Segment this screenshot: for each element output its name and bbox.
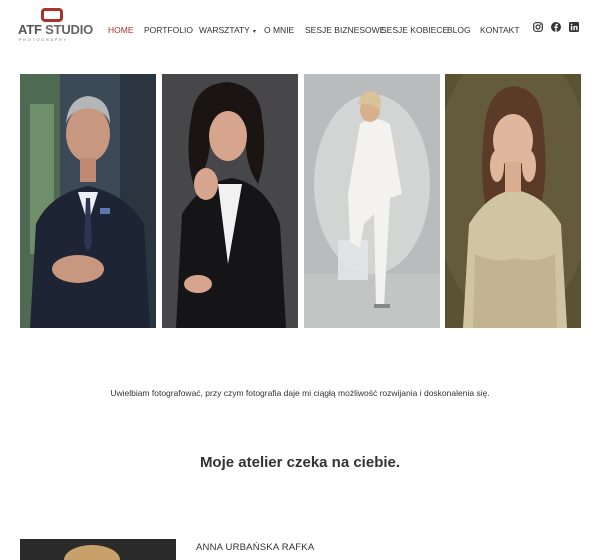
logo-text: ATF STUDIO	[18, 22, 93, 37]
logo-text-atf: ATF	[18, 22, 42, 37]
profile-photo	[20, 539, 176, 560]
linkedin-icon[interactable]	[569, 22, 579, 32]
facebook-icon[interactable]	[551, 22, 561, 32]
nav-item-home[interactable]: HOME	[108, 25, 134, 35]
portrait-woman-black-suit[interactable]	[162, 74, 298, 328]
nav-item-sesje-kobiece[interactable]: SESJE KOBIECE	[381, 25, 448, 35]
instagram-icon[interactable]	[533, 22, 543, 32]
chevron-down-icon: ▾	[252, 29, 256, 35]
nav-item-blog[interactable]: BLOG	[447, 25, 471, 35]
site-header: ATF STUDIO PHOTOGRAPHY HOME PORTFOLIO WA…	[0, 0, 600, 60]
logo-mark	[41, 8, 63, 22]
profile-photo-hair	[64, 545, 120, 560]
social-links	[533, 22, 579, 32]
nav-item-portfolio[interactable]: PORTFOLIO	[144, 25, 193, 35]
nav-item-warsztaty-label: WARSZTATY	[199, 25, 250, 35]
logo-text-studio: STUDIO	[45, 22, 94, 37]
portrait-woman-beige-dress-image	[445, 74, 581, 328]
nav-item-sesje-biznesowe[interactable]: SESJE BIZNESOWE	[305, 25, 385, 35]
portrait-woman-white-suit-image	[304, 74, 440, 328]
logo-subtitle: PHOTOGRAPHY	[19, 37, 68, 42]
portrait-woman-black-suit-image	[162, 74, 298, 328]
profile-name: ANNA URBAŃSKA RAFKA	[196, 542, 315, 553]
nav-item-warsztaty[interactable]: WARSZTATY ▾	[199, 25, 256, 35]
portrait-woman-beige-dress[interactable]	[445, 74, 581, 328]
portrait-man-suit-image	[20, 74, 156, 328]
nav-item-o-mnie[interactable]: O MNIE	[264, 25, 294, 35]
site-logo[interactable]: ATF STUDIO PHOTOGRAPHY	[18, 8, 93, 42]
portrait-man-suit[interactable]	[20, 74, 156, 328]
intro-text: Uwielbiam fotografować, przy czym fotogr…	[110, 388, 490, 398]
portrait-woman-white-suit[interactable]	[304, 74, 440, 328]
section-headline: Moje atelier czeka na ciebie.	[199, 454, 401, 471]
nav-item-kontakt[interactable]: KONTAKT	[480, 25, 520, 35]
